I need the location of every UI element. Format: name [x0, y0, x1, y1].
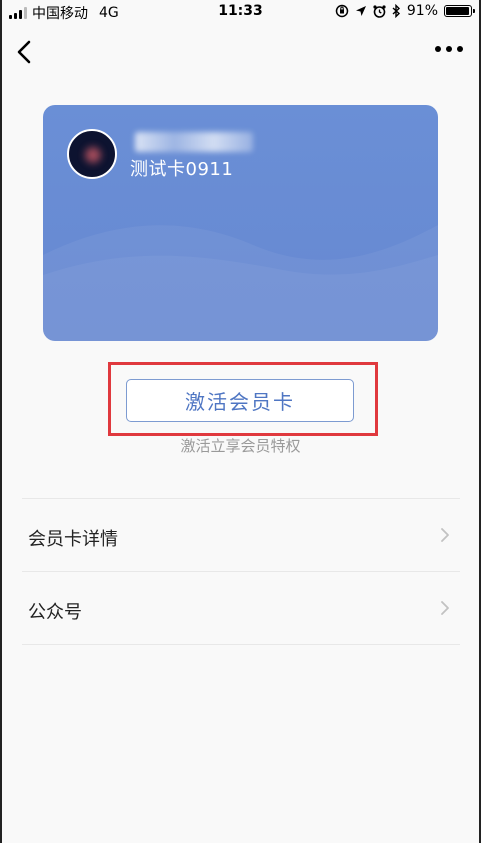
frame-border-left	[0, 0, 2, 843]
more-dot	[446, 46, 452, 52]
status-right: 91%	[335, 3, 475, 19]
member-card: 测试卡0911	[43, 105, 438, 341]
list-item-label: 公众号	[28, 602, 82, 623]
list-item-label: 会员卡详情	[28, 529, 118, 550]
location-icon	[355, 6, 366, 16]
nav-bar	[0, 24, 481, 82]
card-logo	[67, 129, 117, 179]
more-dots-icon	[435, 46, 441, 52]
battery-icon	[444, 5, 475, 17]
blurred-merchant-name	[135, 132, 253, 152]
list-item-card-details[interactable]: 会员卡详情	[22, 498, 460, 571]
card-name: 测试卡0911	[130, 159, 234, 180]
chevron-left-icon	[17, 40, 31, 64]
more-dot	[457, 46, 463, 52]
activate-subtitle: 激活立享会员特权	[180, 437, 301, 455]
battery-percent: 91%	[406, 3, 438, 19]
back-button[interactable]	[12, 38, 40, 66]
chevron-right-icon	[441, 601, 449, 615]
more-button[interactable]	[435, 46, 463, 52]
status-bar: 中国移动 4G 11:33 91%	[0, 0, 481, 24]
orientation-lock-icon	[335, 4, 349, 18]
bluetooth-icon	[392, 4, 400, 18]
list-item-official-account[interactable]: 公众号	[22, 571, 460, 645]
alarm-icon	[373, 4, 386, 18]
chevron-right-icon	[441, 528, 449, 542]
activate-card-button[interactable]: 激活会员卡	[126, 379, 354, 422]
member-card-page: 中国移动 4G 11:33 91% 测试卡0911 激活会员卡 激活立享会员特权…	[0, 0, 481, 843]
menu-list: 会员卡详情 公众号	[22, 498, 460, 645]
